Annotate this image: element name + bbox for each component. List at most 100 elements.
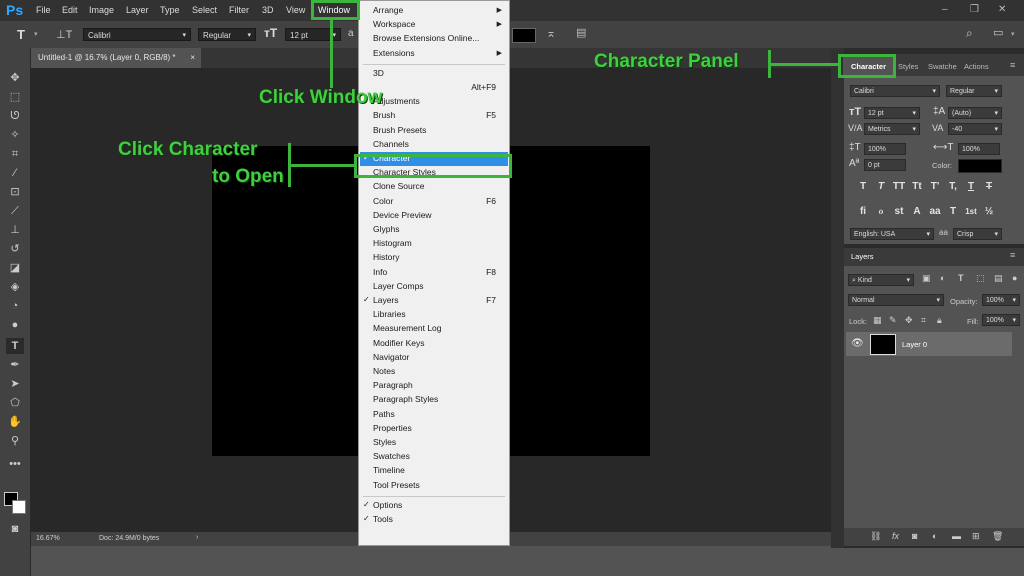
lock-pixels-icon[interactable]: ✎ [889, 315, 897, 326]
menu-item-options[interactable]: Options [373, 500, 402, 510]
ligatures-button[interactable]: fi [856, 205, 870, 219]
menu-item-libraries[interactable]: Libraries [373, 309, 406, 319]
menu-type[interactable]: Type [160, 5, 180, 15]
menu-item-tool-presets[interactable]: Tool Presets [373, 480, 420, 490]
marquee-tool-icon[interactable]: ⬚ [6, 89, 24, 105]
lock-artboard-icon[interactable]: ⌗ [921, 315, 926, 326]
magic-wand-icon[interactable]: ✧ [6, 127, 24, 143]
menu-item-paths[interactable]: Paths [373, 409, 395, 419]
lasso-tool-icon[interactable]: ᘎ [6, 108, 24, 124]
document-tab[interactable]: Untitled-1 @ 16.7% (Layer 0, RGB/8) * × [31, 48, 201, 68]
hand-tool-icon[interactable]: ✋ [6, 414, 24, 430]
swash-button[interactable]: A [910, 205, 924, 219]
all-caps-button[interactable]: TT [892, 180, 906, 194]
menu-item-arrange[interactable]: Arrange [373, 5, 403, 15]
underline-button[interactable]: T [964, 180, 978, 194]
menu-item-brush[interactable]: Brush [373, 110, 395, 120]
dodge-tool-icon[interactable]: ● [6, 317, 24, 333]
char-leading[interactable]: (Auto) ▾ [948, 107, 1002, 119]
menu-item-glyphs[interactable]: Glyphs [373, 224, 399, 234]
tab-actions[interactable]: Actions [964, 62, 989, 71]
chevron-right-icon[interactable]: › [196, 534, 198, 541]
filter-pixel-icon[interactable]: ▣ [922, 273, 931, 284]
menu-item-timeline[interactable]: Timeline [373, 465, 405, 475]
layer-effects-icon[interactable]: fx [892, 531, 899, 541]
menu-layer[interactable]: Layer [126, 5, 149, 15]
menu-item-channels[interactable]: Channels [373, 139, 409, 149]
menu-item-tools[interactable]: Tools [373, 514, 393, 524]
tab-styles[interactable]: Styles [898, 62, 918, 71]
ordinals-button[interactable]: 1st [964, 205, 978, 219]
menu-item-extensions[interactable]: Extensions [373, 48, 415, 58]
panel-menu-icon[interactable]: ≡ [1010, 60, 1015, 70]
lock-all-icon[interactable]: 🔒︎ [937, 315, 942, 326]
titling-alternates-button[interactable]: T [946, 205, 960, 219]
menu-view[interactable]: View [286, 5, 305, 15]
alternates-button[interactable]: ℴ [874, 205, 888, 219]
brush-tool-icon[interactable]: ⟋ [6, 203, 24, 219]
path-select-icon[interactable]: ➤ [6, 376, 24, 392]
lock-position-icon[interactable]: ✥ [905, 315, 913, 326]
search-icon[interactable]: ⌕ [966, 26, 973, 41]
char-tracking[interactable]: -40 ▾ [948, 123, 1002, 135]
type-tool-icon[interactable]: T [17, 27, 25, 42]
panel-menu-icon[interactable]: ≡ [1010, 250, 1015, 260]
chevron-down-icon[interactable]: ▾ [1011, 30, 1015, 38]
char-baseline-shift[interactable]: 0 pt [864, 159, 906, 171]
chevron-down-icon[interactable]: ▾ [34, 30, 38, 38]
char-kerning[interactable]: Metrics ▾ [864, 123, 920, 135]
stamp-tool-icon[interactable]: ⊥ [6, 222, 24, 238]
eraser-icon[interactable]: ◪ [6, 260, 24, 276]
link-layers-icon[interactable]: ⛓︎ [870, 531, 881, 542]
close-tab-icon[interactable]: × [190, 48, 195, 68]
font-family-select[interactable]: Calibri ▾ [83, 28, 191, 41]
blur-tool-icon[interactable]: ◔ [6, 298, 24, 314]
menu-item-browse-extensions-online[interactable]: Browse Extensions Online... [373, 33, 479, 43]
menu-item-device-preview[interactable]: Device Preview [373, 210, 432, 220]
layer-name[interactable]: Layer 0 [902, 340, 927, 349]
superscript-button[interactable]: T' [928, 180, 942, 194]
menu-item-swatches[interactable]: Swatches [373, 451, 410, 461]
filter-shape-icon[interactable]: ⬚ [976, 273, 985, 284]
trash-icon[interactable]: 🗑︎ [992, 531, 1003, 542]
zoom-level[interactable]: 16.67% [36, 535, 60, 542]
minimize-icon[interactable]: – [942, 4, 948, 15]
warp-text-icon[interactable]: ⌅ [546, 26, 556, 40]
lock-transparent-icon[interactable]: ▦ [873, 315, 882, 326]
menu-filter[interactable]: Filter [229, 5, 249, 15]
close-icon[interactable]: ✕ [998, 4, 1006, 15]
filter-toggle-icon[interactable]: ● [1012, 273, 1017, 283]
filter-adjustment-icon[interactable]: ◐ [940, 273, 945, 283]
healing-brush-icon[interactable]: ⊡ [6, 184, 24, 200]
more-tools-icon[interactable]: ••• [6, 456, 24, 472]
move-tool-icon[interactable]: ✥ [6, 70, 24, 86]
menu-item-modifier-keys[interactable]: Modifier Keys [373, 338, 425, 348]
eyedropper-icon[interactable]: ⁄ [6, 165, 24, 181]
menu-item-paragraph[interactable]: Paragraph [373, 380, 413, 390]
quick-mask-icon[interactable]: ◙ [6, 521, 24, 537]
filter-type-icon[interactable]: T [958, 273, 964, 283]
char-antialias[interactable]: Crisp ▾ [953, 228, 1002, 240]
char-font-family[interactable]: Calibri ▾ [850, 85, 940, 97]
type-tool-icon[interactable]: T [6, 338, 24, 354]
faux-italic-button[interactable]: T [874, 180, 888, 194]
paint-bucket-icon[interactable]: ◈ [6, 279, 24, 295]
new-layer-icon[interactable]: ⊞ [972, 531, 980, 542]
zoom-tool-icon[interactable]: ⚲ [6, 433, 24, 449]
workspace-icon[interactable]: ▭ [993, 26, 1003, 39]
menu-item-styles[interactable]: Styles [373, 437, 396, 447]
menu-select[interactable]: Select [192, 5, 217, 15]
menu-item-measurement-log[interactable]: Measurement Log [373, 323, 442, 333]
font-style-select[interactable]: Regular ▾ [198, 28, 256, 41]
blend-mode-select[interactable]: Normal ▾ [848, 294, 944, 306]
layer-row[interactable]: 👁︎ Layer 0 [846, 332, 1012, 356]
char-font-style[interactable]: Regular ▾ [946, 85, 1002, 97]
strikethrough-button[interactable]: T [982, 180, 996, 194]
menu-item-clone-source[interactable]: Clone Source [373, 181, 425, 191]
restore-icon[interactable]: ❐ [970, 4, 979, 15]
adjustment-layer-icon[interactable]: ◐ [932, 531, 937, 541]
menu-item-brush-presets[interactable]: Brush Presets [373, 125, 426, 135]
menu-item-navigator[interactable]: Navigator [373, 352, 409, 362]
discretionary-ligatures-button[interactable]: st [892, 205, 906, 219]
panels-toggle-icon[interactable]: ▤ [576, 26, 586, 39]
